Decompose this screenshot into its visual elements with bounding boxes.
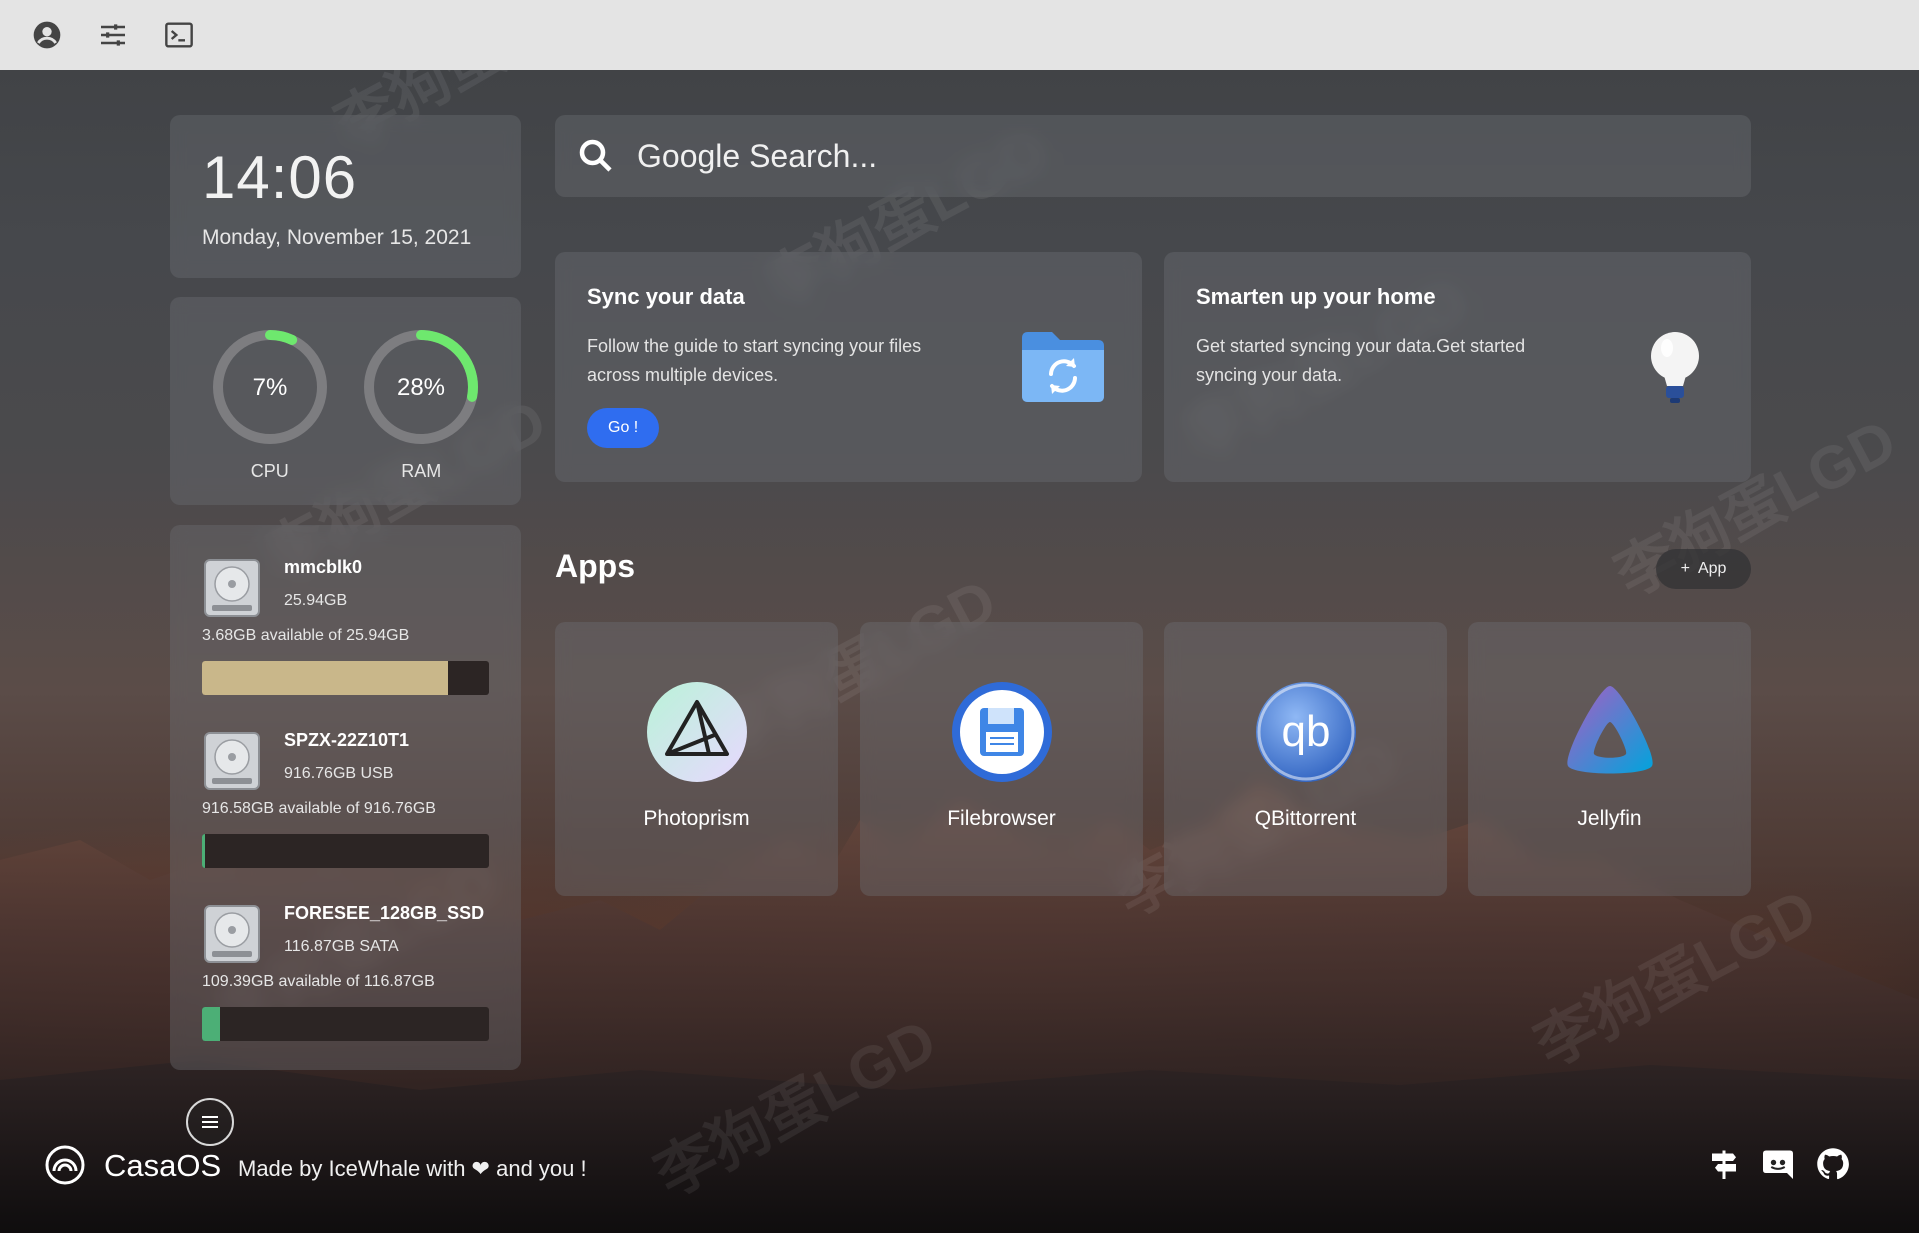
casaos-logo-icon	[45, 1145, 85, 1185]
app-name: QBittorrent	[1254, 807, 1357, 830]
disk-available: 3.68GB available of 25.94GB	[202, 627, 410, 644]
app-tile-qbittorrent[interactable]: qb QBittorrent	[1164, 622, 1447, 896]
disk-usage-fill	[202, 661, 449, 695]
ram-value: 28%	[397, 374, 445, 401]
jellyfin-icon	[1566, 686, 1653, 774]
signpost-link[interactable]	[1706, 1146, 1742, 1182]
cpu-gauge: 7% CPU	[205, 327, 335, 505]
add-app-button[interactable]: + App	[1656, 549, 1751, 589]
disk-usage-bar	[202, 661, 489, 695]
apps-heading: Apps	[555, 548, 635, 584]
signpost-icon	[1712, 1150, 1736, 1179]
add-app-label: App	[1697, 560, 1727, 577]
disk-available: 916.58GB available of 916.76GB	[202, 800, 436, 817]
terminal-icon	[165, 22, 193, 48]
account-button[interactable]	[26, 14, 68, 56]
card-description: Get started syncing your data.Get starte…	[1196, 336, 1526, 385]
disk-name: mmcblk0	[284, 557, 363, 577]
discord-link[interactable]	[1760, 1146, 1796, 1182]
card-title: Sync your data	[587, 284, 745, 309]
clock-time: 14:06	[202, 144, 358, 211]
cpu-label: CPU	[250, 461, 289, 481]
ram-ring: 28%	[364, 330, 479, 444]
disk-item: mmcblk0 25.94GB 3.68GB available of 25.9…	[202, 555, 489, 728]
disk-usage-fill	[202, 1007, 221, 1041]
card-title: Smarten up your home	[1196, 284, 1436, 309]
github-link[interactable]	[1815, 1146, 1851, 1182]
app-name: Jellyfin	[1577, 807, 1642, 830]
ram-label: RAM	[401, 461, 442, 481]
made-by-text: Made by IceWhale with ❤ and you !	[238, 1156, 587, 1181]
disk-usage-bar	[202, 834, 489, 868]
go-button[interactable]: Go !	[587, 408, 660, 448]
hard-drive-icon	[204, 732, 260, 790]
brand-name: CasaOS	[104, 1148, 222, 1183]
clock-widget: 14:06 Monday, November 15, 2021	[170, 115, 521, 278]
smart-home-card: Smarten up your home Get started syncing…	[1164, 252, 1751, 482]
card-description: Follow the guide to start syncing your f…	[587, 336, 922, 385]
disk-item: SPZX-22Z10T1 916.76GB USB 916.58GB avail…	[202, 728, 489, 901]
app-name: Photoprism	[643, 807, 750, 830]
plus-icon: +	[1680, 560, 1690, 577]
app-tile-photoprism[interactable]: Photoprism	[555, 622, 838, 896]
sync-data-card: Sync your data Follow the guide to start…	[555, 252, 1142, 482]
hard-drive-icon	[204, 905, 260, 963]
account-icon	[33, 21, 61, 49]
terminal-button[interactable]	[158, 14, 200, 56]
search-icon	[579, 139, 612, 172]
discord-icon	[1763, 1150, 1793, 1179]
search-bar	[555, 115, 1751, 197]
disk-usage-fill	[202, 834, 205, 868]
light-bulb-icon	[1651, 332, 1699, 403]
top-bar	[0, 0, 1919, 70]
cpu-value: 7%	[252, 374, 287, 401]
usage-widget: 7% CPU 28% RAM	[170, 297, 521, 505]
github-icon	[1817, 1148, 1849, 1180]
app-tile-jellyfin[interactable]: Jellyfin	[1468, 622, 1751, 896]
disk-name: SPZX-22Z10T1	[284, 730, 410, 750]
disk-name: FORESEE_128GB_SSD	[284, 903, 485, 923]
sync-folder-icon	[1022, 332, 1104, 402]
disk-size: 916.76GB USB	[284, 765, 394, 782]
storage-widget: mmcblk0 25.94GB 3.68GB available of 25.9…	[170, 525, 521, 1070]
disk-item: FORESEE_128GB_SSD 116.87GB SATA 109.39GB…	[202, 901, 489, 1074]
disk-size: 116.87GB SATA	[284, 938, 399, 955]
clock-date: Monday, November 15, 2021	[202, 226, 472, 249]
photoprism-icon	[646, 682, 747, 782]
qbittorrent-icon: qb	[1255, 682, 1356, 782]
search-input[interactable]	[637, 137, 1637, 175]
disk-size: 25.94GB	[284, 592, 348, 609]
footer: CasaOS Made by IceWhale with ❤ and you !	[0, 1120, 1919, 1215]
watermark: 李狗蛋LGD	[1524, 876, 1827, 1080]
svg-text:qb: qb	[1281, 707, 1330, 756]
cpu-ring: 7%	[212, 330, 327, 444]
settings-sliders-icon	[101, 24, 125, 46]
disk-available: 109.39GB available of 116.87GB	[202, 973, 435, 990]
settings-button[interactable]	[92, 14, 134, 56]
filebrowser-icon	[951, 682, 1052, 782]
app-name: Filebrowser	[947, 807, 1056, 830]
ram-gauge: 28% RAM	[356, 327, 486, 505]
hard-drive-icon	[204, 559, 260, 617]
app-tile-filebrowser[interactable]: Filebrowser	[860, 622, 1143, 896]
disk-usage-bar	[202, 1007, 489, 1041]
